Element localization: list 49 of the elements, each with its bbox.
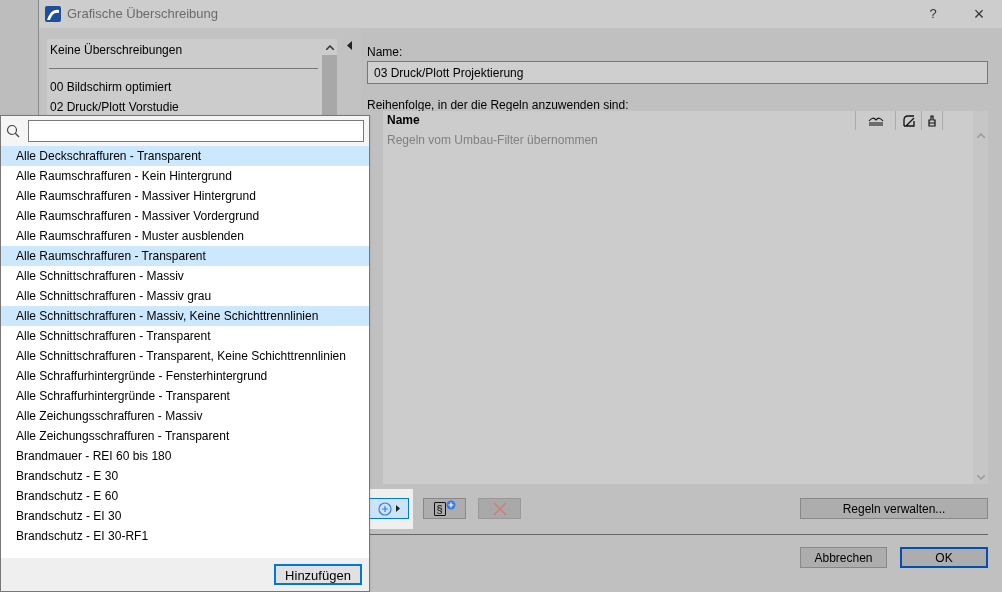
menu-item[interactable]: Alle Raumschraffuren - Muster ausblenden [1, 226, 369, 246]
menu-item[interactable]: Brandschutz - EI 30 [1, 506, 369, 526]
add-rule-button[interactable] [369, 498, 409, 519]
delete-icon [492, 501, 507, 516]
help-button[interactable]: ? [910, 0, 956, 28]
menu-item[interactable]: Alle Raumschraffuren - Massiver Vordergrund [1, 206, 369, 226]
section-sign: § [433, 501, 446, 516]
rules-label: Reihenfolge, in der die Regeln anzuwenden sind: [367, 97, 630, 111]
menu-item[interactable]: Alle Schnittschraffuren - Massiv, Keine Schichttrennlinien [1, 306, 369, 326]
scroll-up-icon[interactable] [325, 44, 334, 50]
plus-circle-icon [378, 501, 392, 516]
menu-item[interactable]: Alle Schnittschraffuren - Massiv grau [1, 286, 369, 306]
menu-item[interactable]: Brandschutz - E 60 [1, 486, 369, 506]
list-item[interactable]: Keine Überschreibungen [49, 40, 320, 60]
menu-item[interactable]: Brandschutz - E 30 [1, 466, 369, 486]
list-item[interactable]: 02 Druck/Plott Vorstudie [49, 97, 320, 117]
menu-item[interactable]: Alle Schnittschraffuren - Transparent, Keine Schichttrennlinien [1, 346, 369, 366]
menu-item[interactable]: Alle Raumschraffuren - Transparent [1, 246, 369, 266]
menu-item[interactable]: Alle Schnittschraffuren - Massiv [1, 266, 369, 286]
name-field[interactable]: 03 Druck/Plott Projektierung [367, 61, 988, 84]
submenu-arrow-icon [396, 505, 400, 512]
menu-item[interactable]: Alle Zeichungsschraffuren - Massiv [1, 406, 369, 426]
menu-item[interactable]: Alle Deckschraffuren - Transparent [1, 146, 369, 166]
search-icon [6, 124, 20, 138]
column-header[interactable]: Name [383, 111, 855, 130]
collapse-arrow-icon[interactable] [346, 41, 352, 50]
menu-item[interactable]: Alle Raumschraffuren - Massiver Hintergrund [1, 186, 369, 206]
hatch-icon[interactable] [902, 114, 915, 127]
menu-item[interactable]: Brandmauer - REI 60 bis 180 [1, 446, 369, 466]
menu-item[interactable]: Brandschutz - EI 30-RF1 [1, 526, 369, 546]
surface-icon[interactable] [867, 115, 884, 126]
add-section-button[interactable]: § [423, 498, 466, 519]
brush-icon[interactable] [927, 114, 937, 127]
add-button[interactable]: Hinzufügen [274, 564, 362, 585]
menu-item[interactable]: Alle Raumschraffuren - Kein Hintergrund [1, 166, 369, 186]
list-item[interactable]: 00 Bildschirm optimiert [49, 77, 320, 97]
plus-circle-icon [445, 499, 456, 510]
search-field[interactable] [28, 120, 364, 142]
window-title: Grafische Überschreibung [67, 5, 219, 24]
menu-item[interactable]: Alle Schraffurhintergründe - Fensterhintergrund [1, 366, 369, 386]
cancel-button[interactable]: Abbrechen [800, 547, 887, 568]
ok-button[interactable]: OK [900, 547, 988, 568]
menu-item[interactable]: Alle Zeichungsschraffuren - Transparent [1, 426, 369, 446]
menu-item[interactable]: Alle Schnittschraffuren - Transparent [1, 326, 369, 346]
close-button[interactable]: × [956, 0, 1002, 28]
app-logo-icon [45, 6, 61, 22]
manage-rules-button[interactable]: Regeln verwalten... [800, 498, 988, 519]
menu-item[interactable]: Alle Schraffurhintergründe - Transparent [1, 386, 369, 406]
name-label: Name: [367, 44, 404, 58]
